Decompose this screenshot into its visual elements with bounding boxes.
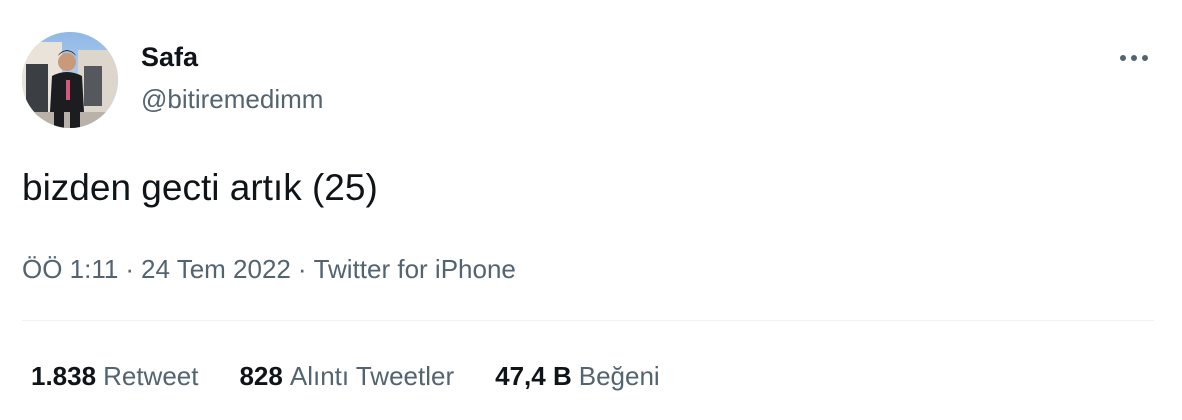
retweets-stat[interactable]: 1.838 Retweet: [31, 361, 198, 392]
retweets-label: Retweet: [103, 361, 199, 391]
tweet-source-link[interactable]: Twitter for iPhone: [314, 254, 516, 284]
tweet-time-link[interactable]: ÖÖ 1:11: [22, 254, 118, 284]
tweet-card: Safa @bitiremedimm bizden gecti artık (2…: [0, 0, 1182, 420]
divider: [22, 320, 1154, 321]
quote-tweets-count: 828: [239, 361, 283, 391]
quote-tweets-label: Alıntı Tweetler: [289, 361, 455, 391]
tweet-date-link[interactable]: 24 Tem 2022: [141, 254, 291, 284]
meta-separator: ·: [297, 254, 307, 284]
likes-label: Beğeni: [578, 361, 660, 391]
likes-count: 47,4 B: [495, 361, 572, 391]
more-horizontal-icon: [1119, 49, 1149, 67]
tweet-stats: 1.838 Retweet 828 Alıntı Tweetler 47,4 B Be…: [31, 361, 701, 392]
meta-separator: ·: [125, 254, 135, 284]
retweets-count: 1.838: [31, 361, 97, 391]
likes-stat[interactable]: 47,4 B Beğeni: [495, 361, 660, 392]
more-options-button[interactable]: [1112, 40, 1156, 76]
avatar[interactable]: [22, 32, 118, 128]
tweet-text: bizden gecti artık (25): [22, 167, 378, 208]
user-handle[interactable]: @bitiremedimm: [141, 84, 323, 115]
display-name[interactable]: Safa: [141, 42, 198, 73]
tweet-metadata: ÖÖ 1:11 · 24 Tem 2022 · Twitter for iPhone: [22, 254, 516, 285]
quote-tweets-stat[interactable]: 828 Alıntı Tweetler: [239, 361, 454, 392]
